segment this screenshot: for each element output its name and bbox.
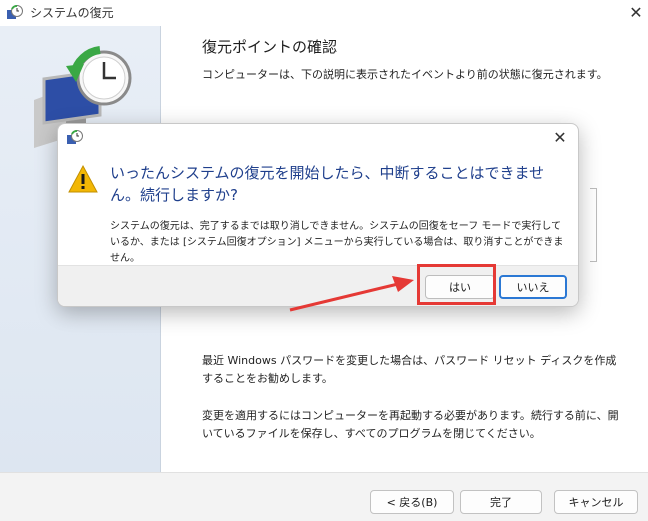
system-restore-icon <box>67 130 83 144</box>
restart-note: 変更を適用するにはコンピューターを再起動する必要があります。続行する前に、開いて… <box>202 409 619 440</box>
annotation-highlight-box <box>417 264 496 305</box>
password-reset-note: 最近 Windows パスワードを変更した場合は、パスワード リセット ディスク… <box>202 354 617 385</box>
warning-icon <box>68 164 98 193</box>
annotation-arrow <box>289 276 414 312</box>
restore-description-box <box>590 188 597 262</box>
wizard-footer <box>0 472 648 521</box>
dialog-detail-text: システムの復元は、完了するまでは取り消しできません。システムの回復をセーフ モー… <box>110 221 564 264</box>
cancel-button[interactable]: キャンセル <box>554 490 638 514</box>
dialog-close-button[interactable]: ✕ <box>548 127 572 149</box>
no-button[interactable]: いいえ <box>499 275 567 299</box>
window-close-button[interactable]: ✕ <box>624 0 648 26</box>
window-title: システムの復元 <box>30 6 114 20</box>
page-description: コンピューターは、下の説明に表示されたイベントより前の状態に復元されます。 <box>202 68 608 81</box>
page-title: 復元ポイントの確認 <box>202 38 338 56</box>
dialog-main-instruction: いったんシステムの復元を開始したら、中断することはできません。続行しますか? <box>110 164 545 204</box>
system-restore-icon <box>7 5 23 19</box>
back-button[interactable]: < 戻る(B) <box>370 490 454 514</box>
finish-button[interactable]: 完了 <box>460 490 542 514</box>
